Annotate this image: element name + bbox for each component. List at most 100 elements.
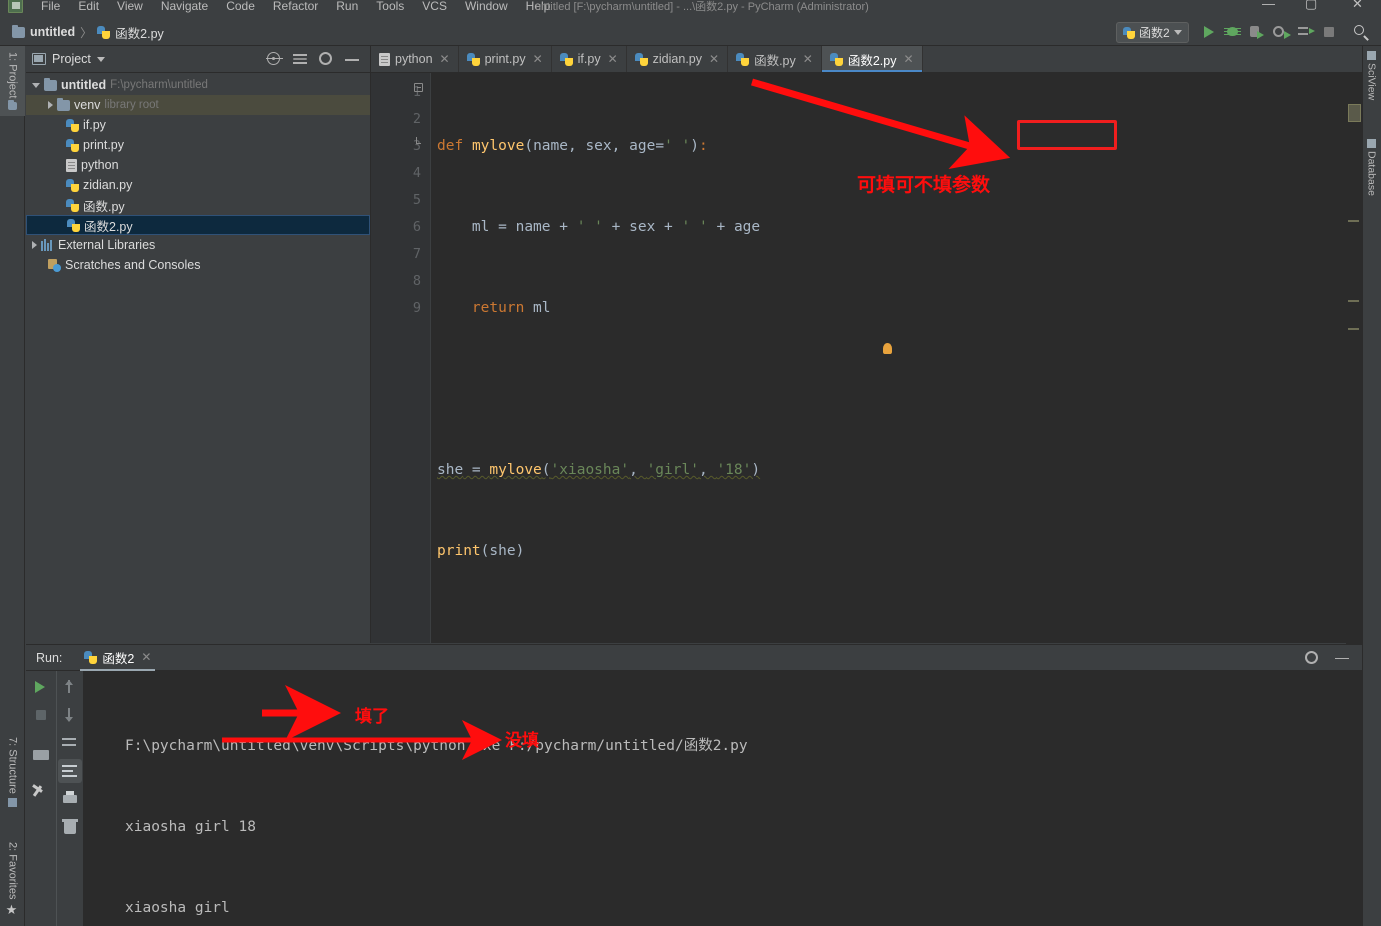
debug-button[interactable] <box>1224 22 1242 41</box>
tree-node-zidian-py[interactable]: zidian.py <box>26 175 370 195</box>
chevron-right-icon[interactable] <box>32 241 37 249</box>
search-icon[interactable] <box>1352 22 1370 41</box>
gear-icon[interactable] <box>1304 650 1320 666</box>
run-panel-header: Run: 函数2 ✕ <box>26 645 1362 671</box>
library-icon <box>41 239 54 251</box>
tab-hanshu2-py[interactable]: 函数2.py ✕ <box>821 46 923 72</box>
intention-bulb-icon[interactable] <box>883 343 892 354</box>
chevron-right-icon[interactable] <box>48 101 53 109</box>
fold-collapse-icon[interactable] <box>414 83 423 92</box>
tree-node-if-py[interactable]: if.py <box>26 115 370 135</box>
python-config-icon <box>1123 26 1135 39</box>
tree-node-hanshu-py[interactable]: 函数.py <box>26 195 370 215</box>
tree-node-print-py[interactable]: print.py <box>26 135 370 155</box>
gear-icon[interactable] <box>318 51 334 67</box>
tab-print-py[interactable]: print.py ✕ <box>459 46 552 72</box>
run-configuration-selector[interactable]: 函数2 <box>1116 22 1189 43</box>
python-file-icon <box>84 650 98 664</box>
menu-item-code[interactable]: Code <box>217 0 264 15</box>
sidebar-item-structure[interactable]: 7: Structure <box>0 731 25 813</box>
tab-if-py[interactable]: if.py ✕ <box>552 46 627 72</box>
rerun-button[interactable] <box>29 675 53 699</box>
locate-target-icon[interactable] <box>266 51 283 67</box>
scroll-to-end-button[interactable] <box>58 759 82 783</box>
run-tab-hanshu2[interactable]: 函数2 ✕ <box>76 645 159 671</box>
maximize-button[interactable]: ▢ <box>1305 0 1317 12</box>
chevron-down-icon[interactable] <box>96 56 105 62</box>
line-number: 2 <box>412 111 421 127</box>
menu-item-run[interactable]: Run <box>327 0 367 15</box>
sidebar-sciview-label: SciView <box>1365 63 1378 101</box>
tree-node-python[interactable]: python <box>26 155 370 175</box>
hide-panel-icon[interactable] <box>344 51 360 67</box>
hide-panel-icon[interactable] <box>1334 650 1350 666</box>
sidebar-item-sciview[interactable]: SciView <box>1362 46 1381 105</box>
profile-button[interactable] <box>1272 22 1291 41</box>
chevron-down-icon[interactable] <box>1173 30 1182 35</box>
chevron-down-icon[interactable] <box>32 82 40 88</box>
python-file-icon <box>66 138 79 152</box>
console-output[interactable]: F:\pycharm\untitled\venv\Scripts\python.… <box>83 671 1362 926</box>
tree-node-label: untitled <box>61 78 107 92</box>
concurrency-button[interactable] <box>1296 22 1315 41</box>
tab-python[interactable]: python ✕ <box>371 46 459 72</box>
marker-stripe <box>1348 220 1359 222</box>
tab-label: print.py <box>484 52 526 66</box>
close-icon[interactable]: ✕ <box>608 52 618 66</box>
sidebar-item-database[interactable]: Database <box>1362 134 1381 201</box>
stop-button[interactable] <box>29 703 53 727</box>
tree-node-external-libraries[interactable]: External Libraries <box>26 235 370 255</box>
run-console-gutter <box>56 671 83 926</box>
menu-item-window[interactable]: Window <box>456 0 517 15</box>
minimize-button[interactable]: — <box>1262 0 1275 11</box>
clear-all-button[interactable] <box>58 815 82 839</box>
soft-wrap-button[interactable] <box>58 731 82 755</box>
close-icon[interactable]: ✕ <box>440 52 450 66</box>
line-number: 6 <box>412 219 421 235</box>
editor-marker-track[interactable] <box>1346 100 1362 670</box>
code-line-1: def mylove(name, sex, age=' '): <box>437 138 708 154</box>
code-editor[interactable]: 1 2 3 4 5 6 7 8 9 def mylove(name, sex, … <box>371 73 1362 808</box>
menu-item-view[interactable]: View <box>108 0 152 15</box>
close-icon[interactable]: ✕ <box>533 52 543 66</box>
menu-item-refactor[interactable]: Refactor <box>264 0 327 15</box>
scroll-down-button[interactable] <box>58 703 82 727</box>
close-icon[interactable]: ✕ <box>141 650 151 664</box>
right-tool-strip: SciView Database <box>1362 46 1381 926</box>
breadcrumb-file[interactable]: 函数2.py <box>115 23 164 42</box>
close-icon[interactable]: ✕ <box>903 52 913 66</box>
editor-scrollbar-thumb[interactable] <box>1348 104 1361 122</box>
code-text[interactable]: def mylove(name, sex, age=' '): ml = nam… <box>430 73 1362 808</box>
close-icon[interactable]: ✕ <box>709 52 719 66</box>
close-icon[interactable]: ✕ <box>803 52 813 66</box>
menu-item-tools[interactable]: Tools <box>367 0 413 15</box>
coverage-button[interactable] <box>1248 22 1266 41</box>
sidebar-item-project[interactable]: 1: Project <box>0 46 25 117</box>
sidebar-item-favorites[interactable]: 2: Favorites ★ <box>0 836 25 924</box>
python-file-icon <box>736 52 750 66</box>
menu-item-vcs[interactable]: VCS <box>413 0 456 15</box>
tree-node-venv[interactable]: venv library root <box>26 95 370 115</box>
scroll-up-button[interactable] <box>58 675 82 699</box>
collapse-all-icon[interactable] <box>292 51 308 67</box>
run-button[interactable] <box>1200 22 1218 41</box>
tab-hanshu-py[interactable]: 函数.py ✕ <box>728 46 822 72</box>
tree-node-label: print.py <box>83 138 124 152</box>
menu-item-edit[interactable]: Edit <box>69 0 108 15</box>
tree-node-hanshu2-py[interactable]: 函数2.py <box>26 215 370 235</box>
menu-item-file[interactable]: File <box>32 0 69 15</box>
line-number: 4 <box>412 165 421 181</box>
tab-zidian-py[interactable]: zidian.py ✕ <box>627 46 729 72</box>
marker-stripe <box>1348 328 1359 330</box>
restore-layout-button[interactable] <box>29 743 53 767</box>
tree-node-untitled[interactable]: untitled F:\pycharm\untitled <box>26 75 370 95</box>
print-button[interactable] <box>58 787 82 811</box>
console-line-3: xiaosha girl <box>125 900 230 916</box>
menu-item-navigate[interactable]: Navigate <box>152 0 217 15</box>
tree-node-scratches[interactable]: Scratches and Consoles <box>26 255 370 275</box>
pin-tab-button[interactable] <box>29 781 53 805</box>
stop-button[interactable] <box>1320 22 1338 41</box>
close-button[interactable]: ✕ <box>1352 0 1363 12</box>
breadcrumb-project[interactable]: untitled <box>30 25 75 39</box>
